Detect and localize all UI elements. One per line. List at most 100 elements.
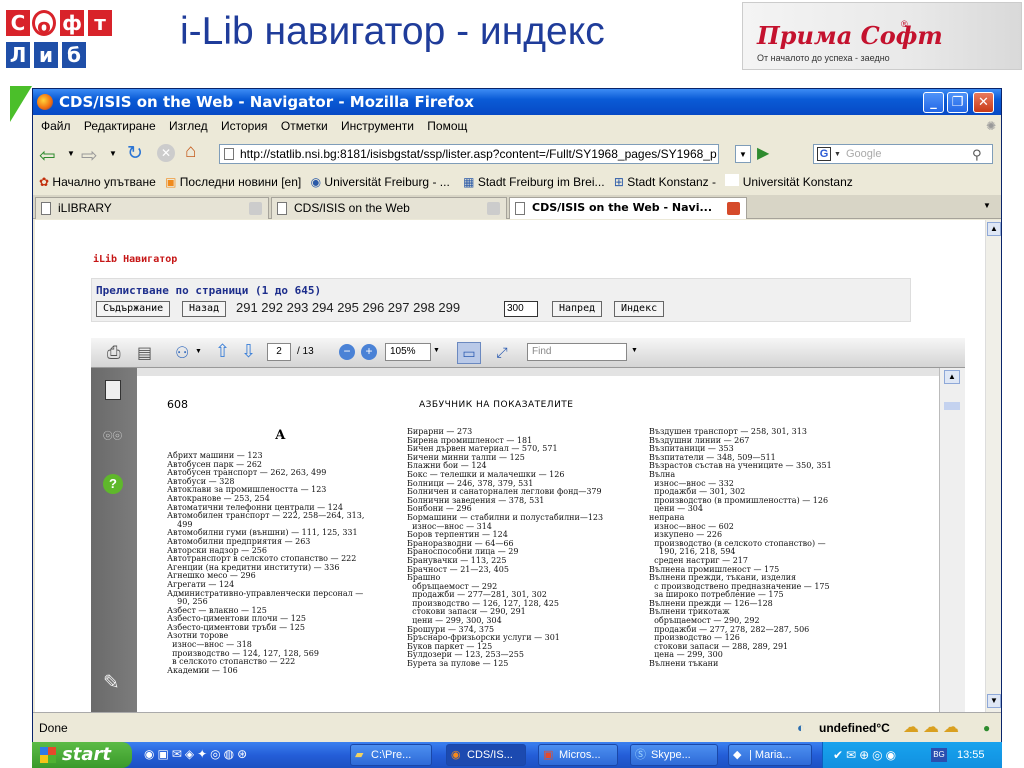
fit-page-icon[interactable]: ▭ — [457, 342, 481, 364]
back-button[interactable]: Назад — [182, 301, 227, 317]
tab-label: CDS/ISIS on the Web — [294, 201, 410, 215]
fit-width-icon[interactable]: ⤢ — [491, 342, 513, 364]
zoom-out-icon[interactable]: − — [339, 344, 355, 360]
close-button[interactable]: ✕ — [973, 92, 994, 113]
minimize-button[interactable]: _ — [923, 92, 944, 113]
logo-letter: и — [34, 42, 58, 68]
task-label: | Maria... — [749, 749, 792, 761]
powerpoint-icon: ▣ — [543, 749, 554, 761]
task-explorer[interactable]: ▰ C:\Pre... — [350, 744, 432, 766]
tab-close-icon[interactable] — [249, 202, 262, 215]
zoom-select[interactable]: 105% — [385, 343, 431, 361]
pdf-scrollbar[interactable]: ▲ — [939, 368, 965, 712]
browse-label: Прелистване по страници (1 до 645) — [96, 284, 322, 297]
share-dropdown-icon[interactable]: ▼ — [195, 348, 202, 355]
back-arrow-icon[interactable]: ⇦ — [39, 143, 56, 168]
url-field[interactable]: http://statlib.nsi.bg:8181/isisbgstat/ss… — [219, 144, 719, 164]
save-icon[interactable]: ▤ — [137, 343, 152, 363]
stop-icon[interactable]: ✕ — [157, 144, 175, 162]
scroll-up-icon[interactable]: ▲ — [987, 222, 1001, 236]
firefox-bookmark-icon: ✿ — [39, 175, 50, 189]
zoom-in-icon[interactable]: + — [361, 344, 377, 360]
bookmark-latest-news[interactable]: ▣ Последни новини [en] — [165, 175, 301, 189]
bookmark-label: Последни новини [en] — [179, 175, 302, 189]
index-button[interactable]: Индекс — [614, 301, 665, 317]
binoculars-icon[interactable]: ⌾⌾ — [103, 428, 122, 446]
bookmarks-toolbar: ✿ Начално упътване ▣ Последни новини [en… — [33, 171, 1001, 193]
task-firefox[interactable]: ◉ CDS/IS... — [446, 744, 526, 766]
reload-icon[interactable]: ↻ — [127, 142, 143, 165]
tab-close-icon[interactable] — [487, 202, 500, 215]
home-icon[interactable]: ⌂ — [185, 141, 196, 163]
menu-bookmarks[interactable]: Отметки — [281, 119, 328, 133]
tray-icons[interactable]: ✔✉⊕◎◉ — [833, 742, 899, 768]
menu-edit[interactable]: Редактиране — [84, 119, 156, 133]
forward-dropdown-icon[interactable]: ▼ — [109, 149, 117, 158]
previous-page-icon[interactable]: ⇧ — [215, 341, 230, 362]
find-dropdown-icon[interactable]: ▼ — [631, 347, 638, 354]
page-number-input[interactable]: 300 — [504, 301, 538, 317]
bookmark-stadt-freiburg[interactable]: ▦ Stadt Freiburg im Brei... — [463, 175, 604, 189]
bookmark-label: Stadt Konstanz - — [627, 175, 716, 189]
search-field[interactable]: G ▼ Google ⚲ — [813, 144, 993, 164]
bookmark-uni-freiburg[interactable]: ◉ Universität Freiburg - ... — [311, 175, 450, 189]
page-links[interactable]: 291 292 293 294 295 296 297 298 299 — [236, 300, 460, 315]
url-text: http://statlib.nsi.bg:8181/isisbgstat/ss… — [240, 147, 717, 161]
menu-help[interactable]: Помощ — [427, 119, 467, 133]
slide-accent-shape — [10, 86, 32, 122]
tab-cds-isis-navigator[interactable]: CDS/ISIS on the Web - Navi... — [509, 197, 747, 219]
task-chat[interactable]: ◆ | Maria... — [728, 744, 812, 766]
tab-ilibrary[interactable]: iLIBRARY — [35, 197, 269, 219]
search-icon[interactable]: ⚲ — [972, 146, 982, 164]
contents-button[interactable]: Съдържание — [96, 301, 171, 317]
bookmark-getting-started[interactable]: ✿ Начално упътване — [39, 175, 156, 189]
bookmark-stadt-konstanz[interactable]: ⊞ Stadt Konstanz - — [614, 175, 716, 189]
pdf-scroll-up-icon[interactable]: ▲ — [944, 370, 960, 384]
chat-icon: ◆ — [733, 749, 742, 761]
print-icon[interactable]: ⎙ — [107, 343, 121, 363]
slide-header: С о ф т Л и б i-Lib навигатор - индекс П… — [0, 0, 1024, 90]
pdf-page-input[interactable]: 2 — [267, 343, 291, 361]
next-page-icon[interactable]: ⇩ — [241, 341, 256, 362]
forward-arrow-icon[interactable]: ⇨ — [81, 143, 98, 168]
logo-letter: б — [62, 42, 86, 68]
status-text: Done — [39, 721, 68, 735]
language-indicator[interactable]: BG — [931, 748, 947, 762]
task-skype[interactable]: Ⓢ Skype... — [630, 744, 718, 766]
share-icon[interactable]: ⚇ — [175, 343, 189, 363]
attachment-icon[interactable]: ✎ — [103, 670, 120, 695]
menu-file[interactable]: Файл — [41, 119, 71, 133]
addon-status-icon[interactable]: ● — [983, 713, 990, 743]
search-engine-dropdown-icon[interactable]: ▼ — [834, 146, 841, 164]
search-engine-icon[interactable]: G — [817, 147, 831, 161]
task-label: C:\Pre... — [371, 749, 412, 761]
back-dropdown-icon[interactable]: ▼ — [67, 149, 75, 158]
menu-tools[interactable]: Инструменти — [341, 119, 414, 133]
firefox-icon: ◉ — [451, 749, 461, 761]
zoom-dropdown-icon[interactable]: ▼ — [433, 347, 440, 354]
start-button[interactable]: start — [32, 742, 132, 768]
pdf-scroll-thumb[interactable] — [944, 402, 960, 410]
go-icon[interactable]: ▶ — [757, 143, 769, 163]
tab-list-dropdown-icon[interactable]: ▼ — [983, 201, 991, 210]
page-navigation-panel: Прелистване по страници (1 до 645) Съдър… — [91, 278, 911, 322]
pages-panel-icon[interactable] — [105, 380, 121, 400]
page-scrollbar[interactable]: ▲ ▼ — [985, 220, 1001, 712]
bookmark-uni-konstanz[interactable]: Universität Konstanz — [725, 174, 853, 189]
tab-close-icon[interactable] — [727, 202, 740, 215]
url-dropdown-icon[interactable]: ▼ — [735, 145, 751, 163]
tab-cds-isis[interactable]: CDS/ISIS on the Web — [271, 197, 507, 219]
bookmark-label: Universität Freiburg - ... — [324, 175, 450, 189]
menu-view[interactable]: Изглед — [169, 119, 208, 133]
task-powerpoint[interactable]: ▣ Micros... — [538, 744, 618, 766]
pdf-page-total: / 13 — [297, 346, 314, 357]
start-label: start — [62, 744, 111, 765]
folder-icon: ▰ — [355, 749, 364, 761]
scroll-down-icon[interactable]: ▼ — [987, 694, 1001, 708]
maximize-button[interactable]: ❐ — [947, 92, 968, 113]
pdf-find-input[interactable]: Find — [527, 343, 627, 361]
menu-history[interactable]: История — [221, 119, 268, 133]
next-button[interactable]: Напред — [552, 301, 603, 317]
quick-launch-icons[interactable]: ◉▣✉◈✦◎◍⊛ — [144, 747, 250, 761]
help-icon[interactable]: ? — [103, 474, 123, 494]
